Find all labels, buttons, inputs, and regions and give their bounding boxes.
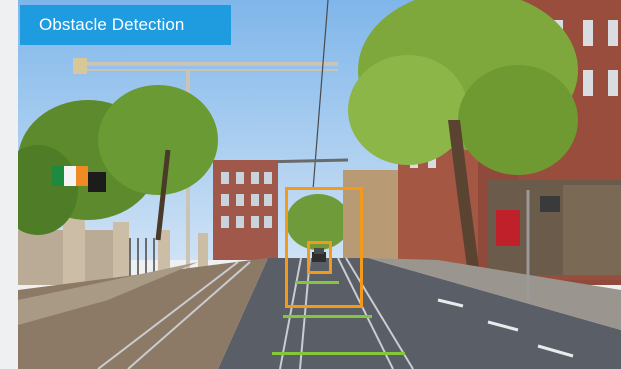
distance-marker-far bbox=[296, 281, 339, 284]
obstacle-detection-view: Obstacle Detection bbox=[0, 0, 621, 369]
title-banner: Obstacle Detection bbox=[20, 5, 231, 45]
distance-marker-mid bbox=[283, 315, 372, 318]
distance-marker-near bbox=[272, 352, 405, 355]
street-scene-image bbox=[18, 0, 621, 369]
street-scene-icon bbox=[18, 0, 621, 369]
obstacle-box bbox=[307, 241, 332, 274]
page-title: Obstacle Detection bbox=[39, 15, 185, 34]
